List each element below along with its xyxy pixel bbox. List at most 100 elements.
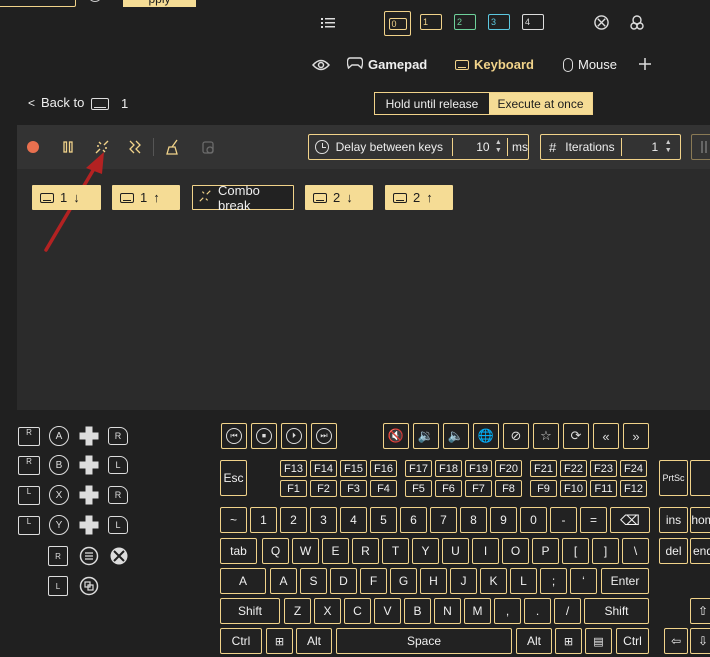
letter-key[interactable]: K	[480, 568, 507, 594]
record-button[interactable]	[27, 141, 39, 153]
number-key[interactable]: 3	[310, 507, 337, 533]
stick-icon[interactable]: L	[48, 576, 68, 596]
sequence-step[interactable]: 1 ↓	[32, 185, 101, 210]
bumper-button[interactable]: R	[108, 486, 128, 504]
number-key[interactable]: 8	[460, 507, 487, 533]
controller-settings-icon[interactable]	[628, 14, 646, 32]
sequence-step[interactable]: 2 ↓	[305, 185, 373, 210]
key-shift-left[interactable]: Shift	[220, 598, 280, 624]
stick-icon[interactable]: R	[48, 546, 68, 566]
execute-at-once-option[interactable]: Execute at once	[489, 93, 592, 114]
key-arrow-up[interactable]: ⇧	[690, 598, 710, 624]
number-key[interactable]: 2	[280, 507, 307, 533]
face-button[interactable]: X	[49, 485, 69, 505]
letter-key[interactable]: S	[300, 568, 327, 594]
profile-tab-2[interactable]: 2	[454, 14, 476, 30]
key-print-screen[interactable]: PrtSc	[659, 460, 688, 496]
view-icon[interactable]	[79, 576, 99, 596]
key-arrow-down[interactable]: ⇩	[690, 628, 710, 654]
function-key[interactable]: F15	[340, 460, 367, 477]
letter-key[interactable]: Y	[412, 538, 439, 564]
media-key[interactable]: ⊘	[503, 423, 529, 449]
key-windows-right[interactable]: ⊞	[555, 628, 582, 654]
dpad-icon[interactable]	[79, 455, 99, 475]
letter-key[interactable]: E	[322, 538, 349, 564]
profile-tab-0[interactable]: 0	[384, 11, 411, 36]
sequence-icon[interactable]	[125, 137, 145, 157]
key-end[interactable]: end	[690, 538, 710, 564]
letter-key[interactable]: Q	[262, 538, 289, 564]
dpad-icon[interactable]	[79, 485, 99, 505]
key-backspace[interactable]: ⌫	[610, 507, 650, 533]
letter-key[interactable]: ;	[540, 568, 567, 594]
back-button[interactable]: < Back to	[28, 95, 84, 110]
number-key[interactable]: 1	[250, 507, 277, 533]
trigger-icon[interactable]: R	[18, 456, 40, 475]
dpad-icon[interactable]	[79, 515, 99, 535]
letter-key[interactable]: C	[344, 598, 371, 624]
number-key[interactable]: 4	[340, 507, 367, 533]
key-esc[interactable]: Esc	[220, 460, 247, 496]
trigger-icon[interactable]: L	[18, 516, 40, 535]
letter-key[interactable]: B	[404, 598, 431, 624]
media-key[interactable]: ⏹	[251, 423, 277, 449]
function-key[interactable]: F22	[560, 460, 587, 477]
media-key[interactable]: ☆	[533, 423, 559, 449]
media-key[interactable]: 🔇	[383, 423, 409, 449]
letter-key[interactable]: H	[420, 568, 447, 594]
letter-key[interactable]: U	[442, 538, 469, 564]
letter-key[interactable]: J	[450, 568, 477, 594]
xbox-icon[interactable]	[594, 15, 609, 30]
function-key[interactable]: F4	[370, 480, 397, 497]
function-key[interactable]: F21	[530, 460, 557, 477]
letter-key[interactable]: Z	[284, 598, 311, 624]
letter-key[interactable]: R	[352, 538, 379, 564]
function-key[interactable]: F5	[405, 480, 432, 497]
letter-key[interactable]: X	[314, 598, 341, 624]
function-key[interactable]: F9	[530, 480, 557, 497]
trigger-icon[interactable]: L	[18, 486, 40, 505]
number-key[interactable]: 9	[490, 507, 517, 533]
media-key[interactable]: ⟳	[563, 423, 589, 449]
profile-tab-4[interactable]: 4	[522, 14, 544, 30]
media-key[interactable]: «	[593, 423, 619, 449]
sequence-step[interactable]: 2 ↑	[385, 185, 453, 210]
bumper-button[interactable]: R	[108, 427, 128, 445]
bumper-button[interactable]: L	[108, 516, 128, 534]
media-key[interactable]: ⏭	[311, 423, 337, 449]
profile-tab-3[interactable]: 3	[488, 14, 510, 30]
letter-key[interactable]: /	[554, 598, 581, 624]
media-key[interactable]: 🌐	[473, 423, 499, 449]
function-key[interactable]: F24	[620, 460, 647, 477]
letter-key[interactable]: W	[292, 538, 319, 564]
function-key[interactable]: F17	[405, 460, 432, 477]
function-key[interactable]: F3	[340, 480, 367, 497]
letter-key[interactable]: A	[270, 568, 297, 594]
function-key[interactable]: F23	[590, 460, 617, 477]
sequence-step[interactable]: 1 ↑	[112, 185, 180, 210]
extra-toolbar-button[interactable]	[691, 134, 710, 160]
letter-key[interactable]: L	[510, 568, 537, 594]
key-arrow-left[interactable]: ⇦	[664, 628, 688, 654]
letter-key[interactable]: ,	[494, 598, 521, 624]
key-enter[interactable]: Enter	[601, 568, 649, 594]
function-key[interactable]: F6	[435, 480, 462, 497]
number-key[interactable]: 0	[520, 507, 547, 533]
trigger-icon[interactable]: R	[18, 427, 40, 446]
letter-key[interactable]: N	[434, 598, 461, 624]
eye-icon[interactable]	[311, 58, 331, 72]
key-alt-left[interactable]: Alt	[296, 628, 332, 654]
profile-tab-1[interactable]: 1	[420, 14, 442, 30]
letter-key[interactable]: T	[382, 538, 409, 564]
face-button[interactable]: Y	[49, 515, 69, 535]
top-ghost-button[interactable]	[0, 0, 76, 7]
function-key[interactable]: F18	[435, 460, 462, 477]
number-key[interactable]: 5	[370, 507, 397, 533]
delete-disabled-icon[interactable]	[198, 137, 218, 157]
function-key[interactable]: F2	[310, 480, 337, 497]
letter-key[interactable]: D	[330, 568, 357, 594]
bumper-button[interactable]: L	[108, 456, 128, 474]
key-ctrl-left[interactable]: Ctrl	[220, 628, 262, 654]
letter-key[interactable]: ‘	[570, 568, 597, 594]
list-icon[interactable]	[321, 16, 335, 30]
